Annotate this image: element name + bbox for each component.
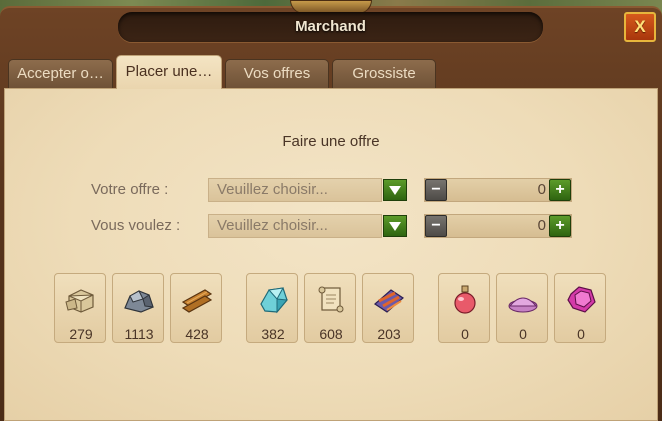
resource-count: 203 [377,326,401,342]
resource-count: 279 [69,326,93,342]
stone-icon [65,289,94,313]
your-offer-dropdown-button[interactable] [383,179,407,201]
resource-card-scroll[interactable]: 608 [304,273,356,343]
tab-wholesaler[interactable]: Grossiste [332,59,436,88]
you-want-quantity: 0 [537,217,546,234]
your-offer-select[interactable]: Veuillez choisir... [208,178,382,202]
scroll-icon [318,286,344,313]
your-offer-quantity: 0 [537,181,546,198]
tab-accept-offers[interactable]: Accepter o… [8,59,113,88]
your-offer-decrease-button[interactable]: − [425,179,447,201]
elixir-icon [454,285,476,314]
resource-count: 1113 [124,326,154,342]
resource-count: 608 [319,326,343,342]
chevron-down-icon [389,186,401,195]
resource-card-ore[interactable]: 1113 [112,273,164,343]
resource-card-elixir[interactable]: 0 [438,273,490,343]
offer-heading: Faire une offre [282,133,380,150]
resource-card-silk[interactable]: 203 [362,273,414,343]
minus-icon: − [431,181,441,198]
minus-icon: − [431,217,441,234]
you-want-label: Vous voulez : [91,217,181,234]
you-want-select[interactable]: Veuillez choisir... [208,214,382,238]
resource-count: 0 [461,326,469,342]
gem-icon [567,286,596,313]
your-offer-label: Votre offre : [91,181,169,198]
you-want-decrease-button[interactable]: − [425,215,447,237]
planks-icon [181,289,213,313]
resource-count: 382 [261,326,285,342]
window-title: Marchand [295,18,366,35]
resource-card-stone[interactable]: 279 [54,273,106,343]
resource-card-crystal[interactable]: 382 [246,273,298,343]
resource-card-planks[interactable]: 428 [170,273,222,343]
magic-dust-icon [508,297,538,313]
you-want-dropdown-button[interactable] [383,215,407,237]
resource-card-magic-dust[interactable]: 0 [496,273,548,343]
your-offer-increase-button[interactable]: + [549,179,571,201]
chevron-down-icon [389,222,401,231]
crystal-icon [260,287,288,314]
plus-icon: + [555,181,565,198]
silk-icon [374,289,404,313]
resource-count: 428 [185,326,209,342]
ore-icon [124,290,154,313]
tab-your-offers[interactable]: Vos offres [225,59,329,88]
plus-icon: + [555,217,565,234]
close-button[interactable]: X [624,12,656,42]
you-want-increase-button[interactable]: + [549,215,571,237]
resource-card-gem[interactable]: 0 [554,273,606,343]
tab-place-offer[interactable]: Placer une… [116,55,222,89]
resource-count: 0 [577,326,585,342]
resource-count: 0 [519,326,527,342]
